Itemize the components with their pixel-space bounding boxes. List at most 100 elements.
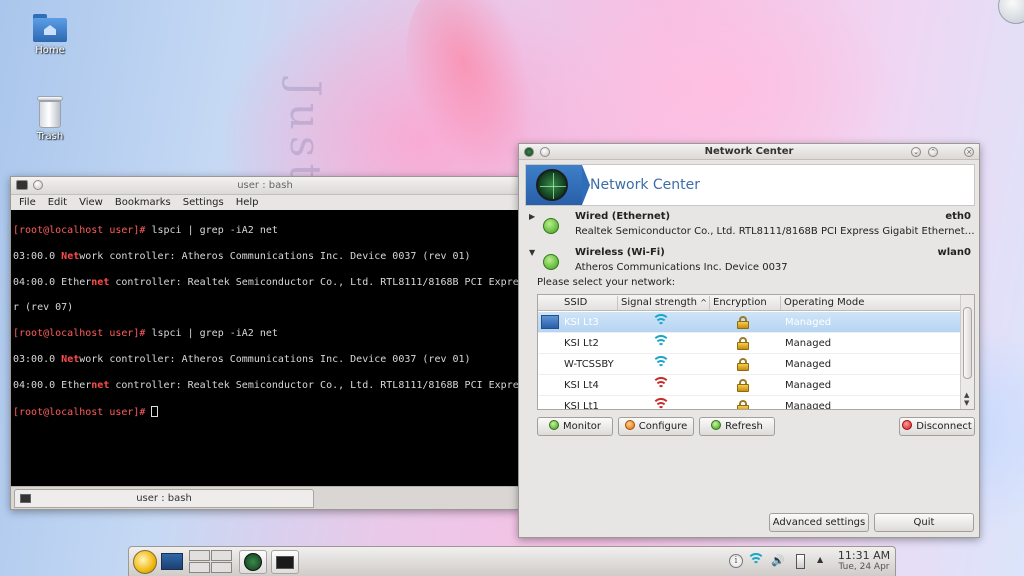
column-encryption[interactable]: Encryption <box>713 297 767 308</box>
desktop-toolbox-icon[interactable] <box>998 0 1024 24</box>
interface-device: wlan0 <box>937 247 972 258</box>
scroll-down-icon[interactable]: ▼ <box>964 399 969 407</box>
menu-view[interactable]: View <box>79 197 103 208</box>
network-mode: Managed <box>785 359 832 370</box>
clock-time: 11:31 AM <box>837 549 891 562</box>
quit-button[interactable]: Quit <box>874 513 974 532</box>
network-list-scrollbar[interactable]: ▲ ▼ <box>960 295 974 409</box>
collapse-arrow-icon[interactable]: ▼ <box>529 248 535 257</box>
network-center-title: Network Center <box>704 146 794 157</box>
scrollbar-thumb[interactable] <box>963 307 972 379</box>
monitor-icon <box>548 420 559 430</box>
tray-expand-icon[interactable]: ▲ <box>817 555 831 569</box>
column-operating-mode[interactable]: Operating Mode <box>784 297 864 308</box>
network-row[interactable]: KSI Lt2 Managed <box>538 333 960 354</box>
interface-name: Wired (Ethernet) <box>575 211 671 222</box>
menu-edit[interactable]: Edit <box>48 197 67 208</box>
clock-date: Tue, 24 Apr <box>838 562 890 572</box>
network-row[interactable]: KSI Lt1 Managed <box>538 396 960 410</box>
desktop-icon-home[interactable]: Home <box>20 14 80 56</box>
expand-arrow-icon[interactable]: ▶ <box>529 212 535 221</box>
task-network-center[interactable] <box>239 550 267 574</box>
disconnect-button[interactable]: Disconnect <box>899 417 975 436</box>
radar-icon <box>536 169 568 201</box>
interface-wireless[interactable]: ▼ Wireless (Wi-Fi) wlan0 Atheros Communi… <box>525 246 977 280</box>
terminal-menubar: File Edit View Bookmarks Settings Help <box>11 195 519 210</box>
lock-icon <box>737 400 749 409</box>
network-row[interactable]: KSI Lt3 Managed <box>538 312 960 333</box>
signal-strength-icon <box>652 398 670 409</box>
trash-icon <box>37 96 63 128</box>
network-center-titlebar[interactable]: Network Center ⌄ ⌃ × <box>519 144 979 160</box>
network-ssid: KSI Lt3 <box>564 317 599 328</box>
sort-ascending-icon: ^ <box>700 298 707 307</box>
network-tray-icon[interactable] <box>747 553 765 568</box>
lock-icon <box>737 358 749 371</box>
notifications-icon[interactable]: i <box>729 554 743 568</box>
monitor-button[interactable]: Monitor <box>537 417 613 436</box>
terminal-line: [root@localhost user]# lspci | grep -iA2… <box>13 328 278 340</box>
wallpaper-text: Just <box>281 80 330 187</box>
signal-strength-icon <box>652 335 670 351</box>
network-row[interactable]: W-TCSSBY Managed <box>538 354 960 375</box>
configure-button[interactable]: Configure <box>618 417 694 436</box>
banner-band <box>526 165 590 205</box>
desktop-pager[interactable] <box>189 550 233 574</box>
terminal-window: user : bash File Edit View Bookmarks Set… <box>10 176 520 510</box>
network-row[interactable]: KSI Lt4 Managed <box>538 375 960 396</box>
battery-icon[interactable] <box>796 554 805 569</box>
terminal-title: user : bash <box>237 180 293 191</box>
interface-description: Realtek Semiconductor Co., Ltd. RTL8111/… <box>575 226 975 237</box>
quit-label: Quit <box>913 517 935 528</box>
signal-strength-icon <box>652 314 670 330</box>
terminal-output[interactable]: [root@localhost user]# lspci | grep -iA2… <box>11 210 519 486</box>
desktop-icon-label: Trash <box>36 131 64 142</box>
column-ssid[interactable]: SSID <box>564 297 587 308</box>
configure-label: Configure <box>638 421 688 432</box>
terminal-titlebar[interactable]: user : bash <box>11 177 519 195</box>
refresh-label: Refresh <box>725 421 763 432</box>
show-desktop-icon[interactable] <box>161 553 183 570</box>
wired-status-icon <box>543 218 559 234</box>
menu-settings[interactable]: Settings <box>183 197 224 208</box>
terminal-tab[interactable]: user : bash <box>14 489 314 508</box>
network-ssid: W-TCSSBY <box>564 359 614 370</box>
task-terminal[interactable] <box>271 550 299 574</box>
application-launcher-icon[interactable] <box>133 550 157 574</box>
network-ssid: KSI Lt1 <box>564 401 599 410</box>
disconnect-icon <box>902 420 913 430</box>
column-signal-strength[interactable]: Signal strength ^ <box>621 297 707 308</box>
terminal-tab-label: user : bash <box>136 493 192 504</box>
network-center-window: Network Center ⌄ ⌃ × Network Center ▶ Wi… <box>518 143 980 538</box>
lock-icon <box>737 316 749 329</box>
interface-wired[interactable]: ▶ Wired (Ethernet) eth0 Realtek Semicond… <box>525 210 977 244</box>
close-icon[interactable]: × <box>964 147 974 157</box>
terminal-line: 04:00.0 Ethernet controller: Realtek Sem… <box>13 379 519 391</box>
volume-icon[interactable]: 🔊 <box>771 554 785 568</box>
folder-home-icon <box>33 14 67 42</box>
select-network-label: Please select your network: <box>537 277 676 288</box>
terminal-line: [root@localhost user]# lspci | grep -iA2… <box>13 224 278 236</box>
menu-help[interactable]: Help <box>236 197 259 208</box>
banner-title: Network Center <box>590 177 701 193</box>
menu-bookmarks[interactable]: Bookmarks <box>115 197 171 208</box>
lock-icon <box>737 337 749 350</box>
menu-file[interactable]: File <box>19 197 36 208</box>
terminal-tab-icon <box>20 494 31 503</box>
desktop-icon-trash[interactable]: Trash <box>20 96 80 142</box>
network-mode: Managed <box>785 380 832 391</box>
network-list-header: SSID Signal strength ^ Encryption Operat… <box>538 295 960 311</box>
network-rows: KSI Lt3 Managed KSI Lt2 Managed W-TCSSBY Mana… <box>538 312 960 410</box>
wireless-status-icon <box>543 254 559 270</box>
network-mode: Managed <box>785 338 832 349</box>
terminal-icon <box>276 556 294 569</box>
maximize-icon[interactable]: ⌃ <box>928 147 938 157</box>
refresh-icon <box>711 420 722 430</box>
network-list[interactable]: SSID Signal strength ^ Encryption Operat… <box>537 294 975 410</box>
advanced-settings-button[interactable]: Advanced settings <box>769 513 869 532</box>
scroll-up-icon[interactable]: ▲ <box>964 391 969 399</box>
minimize-icon[interactable]: ⌄ <box>911 147 921 157</box>
advanced-settings-label: Advanced settings <box>772 517 866 528</box>
clock[interactable]: 11:31 AM Tue, 24 Apr <box>833 549 895 573</box>
refresh-button[interactable]: Refresh <box>699 417 775 436</box>
